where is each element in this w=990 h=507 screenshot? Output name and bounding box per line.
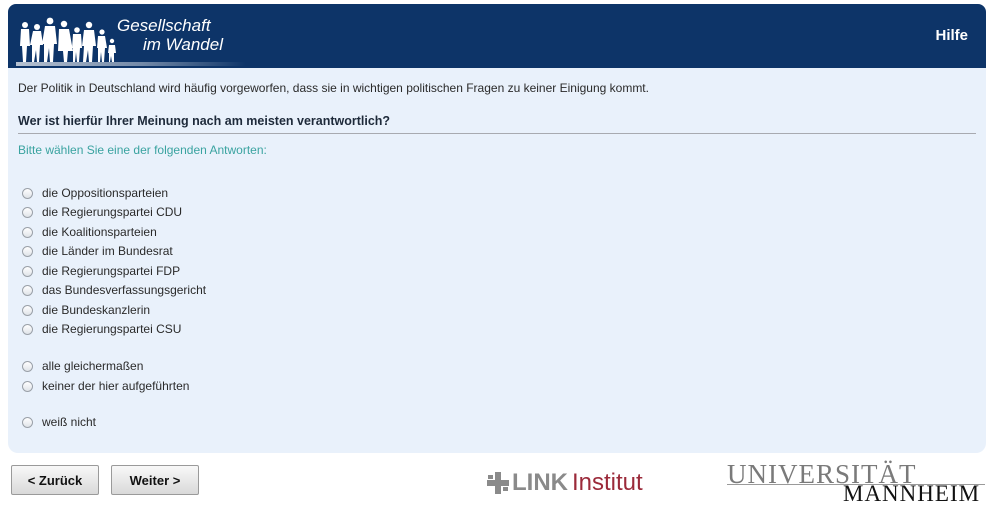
radio-button[interactable] bbox=[22, 360, 33, 372]
answer-option-label: die Regierungspartei CSU bbox=[42, 322, 182, 336]
answer-option[interactable]: weiß nicht bbox=[22, 413, 96, 431]
answer-option-label: die Länder im Bundesrat bbox=[42, 244, 173, 258]
question-text: Wer ist hierfür Ihrer Meinung nach am me… bbox=[18, 114, 391, 128]
answer-option[interactable]: die Bundeskanzlerin bbox=[22, 301, 150, 319]
divider bbox=[18, 133, 976, 134]
question-panel: Der Politik in Deutschland wird häufig v… bbox=[8, 68, 986, 453]
link-cross-icon bbox=[487, 472, 509, 494]
intro-text: Der Politik in Deutschland wird häufig v… bbox=[18, 81, 649, 95]
radio-button[interactable] bbox=[22, 265, 33, 277]
answer-option-label: die Oppositionsparteien bbox=[42, 186, 169, 200]
link-institut-logo: LINK Institut bbox=[487, 469, 643, 496]
answer-option[interactable]: die Regierungspartei CDU bbox=[22, 203, 182, 221]
logo-line-1: Gesellschaft bbox=[117, 16, 211, 35]
header-bar: Gesellschaft im Wandel Hilfe bbox=[8, 4, 986, 68]
radio-button[interactable] bbox=[22, 245, 33, 257]
link-wordmark: LINK bbox=[512, 469, 568, 496]
radio-button[interactable] bbox=[22, 206, 33, 218]
answer-option-label: die Koalitionsparteien bbox=[42, 225, 157, 239]
radio-button[interactable] bbox=[22, 284, 33, 296]
institut-wordmark: Institut bbox=[572, 469, 643, 496]
radio-button[interactable] bbox=[22, 304, 33, 316]
answer-option[interactable]: die Regierungspartei CSU bbox=[22, 320, 181, 338]
answer-option-label: keiner der hier aufgeführten bbox=[42, 379, 190, 393]
back-button[interactable]: < Zurück bbox=[11, 465, 99, 495]
answer-option-label: weiß nicht bbox=[42, 415, 97, 429]
answer-option-label: die Regierungspartei FDP bbox=[42, 264, 181, 278]
answer-option[interactable]: die Koalitionsparteien bbox=[22, 223, 157, 241]
radio-button[interactable] bbox=[22, 416, 33, 428]
radio-button[interactable] bbox=[22, 226, 33, 238]
help-link[interactable]: Hilfe bbox=[935, 27, 968, 44]
logo-line-2: im Wandel bbox=[143, 35, 223, 54]
instruction-text: Bitte wählen Sie eine der folgenden Antw… bbox=[18, 143, 267, 157]
answer-option-label: alle gleichermaßen bbox=[42, 359, 144, 373]
next-button[interactable]: Weiter > bbox=[111, 465, 199, 495]
university-mannheim-logo: UNIVERSITÄT MANNHEIM bbox=[727, 459, 989, 506]
radio-button[interactable] bbox=[22, 187, 33, 199]
logo-text: Gesellschaft im Wandel bbox=[117, 16, 223, 54]
answer-option[interactable]: das Bundesverfassungsgericht bbox=[22, 281, 206, 299]
answer-option-label: die Regierungspartei CDU bbox=[42, 205, 183, 219]
answer-option-label: die Bundeskanzlerin bbox=[42, 303, 151, 317]
answer-option[interactable]: keiner der hier aufgeführten bbox=[22, 377, 189, 395]
answer-option[interactable]: die Länder im Bundesrat bbox=[22, 242, 173, 260]
radio-button[interactable] bbox=[22, 380, 33, 392]
answer-option[interactable]: die Regierungspartei FDP bbox=[22, 262, 180, 280]
answer-option-label: das Bundesverfassungsgericht bbox=[42, 283, 207, 297]
radio-button[interactable] bbox=[22, 323, 33, 335]
answer-option[interactable]: alle gleichermaßen bbox=[22, 357, 143, 375]
mannheim-wordmark: MANNHEIM bbox=[843, 481, 981, 506]
answer-option[interactable]: die Oppositionsparteien bbox=[22, 184, 168, 202]
